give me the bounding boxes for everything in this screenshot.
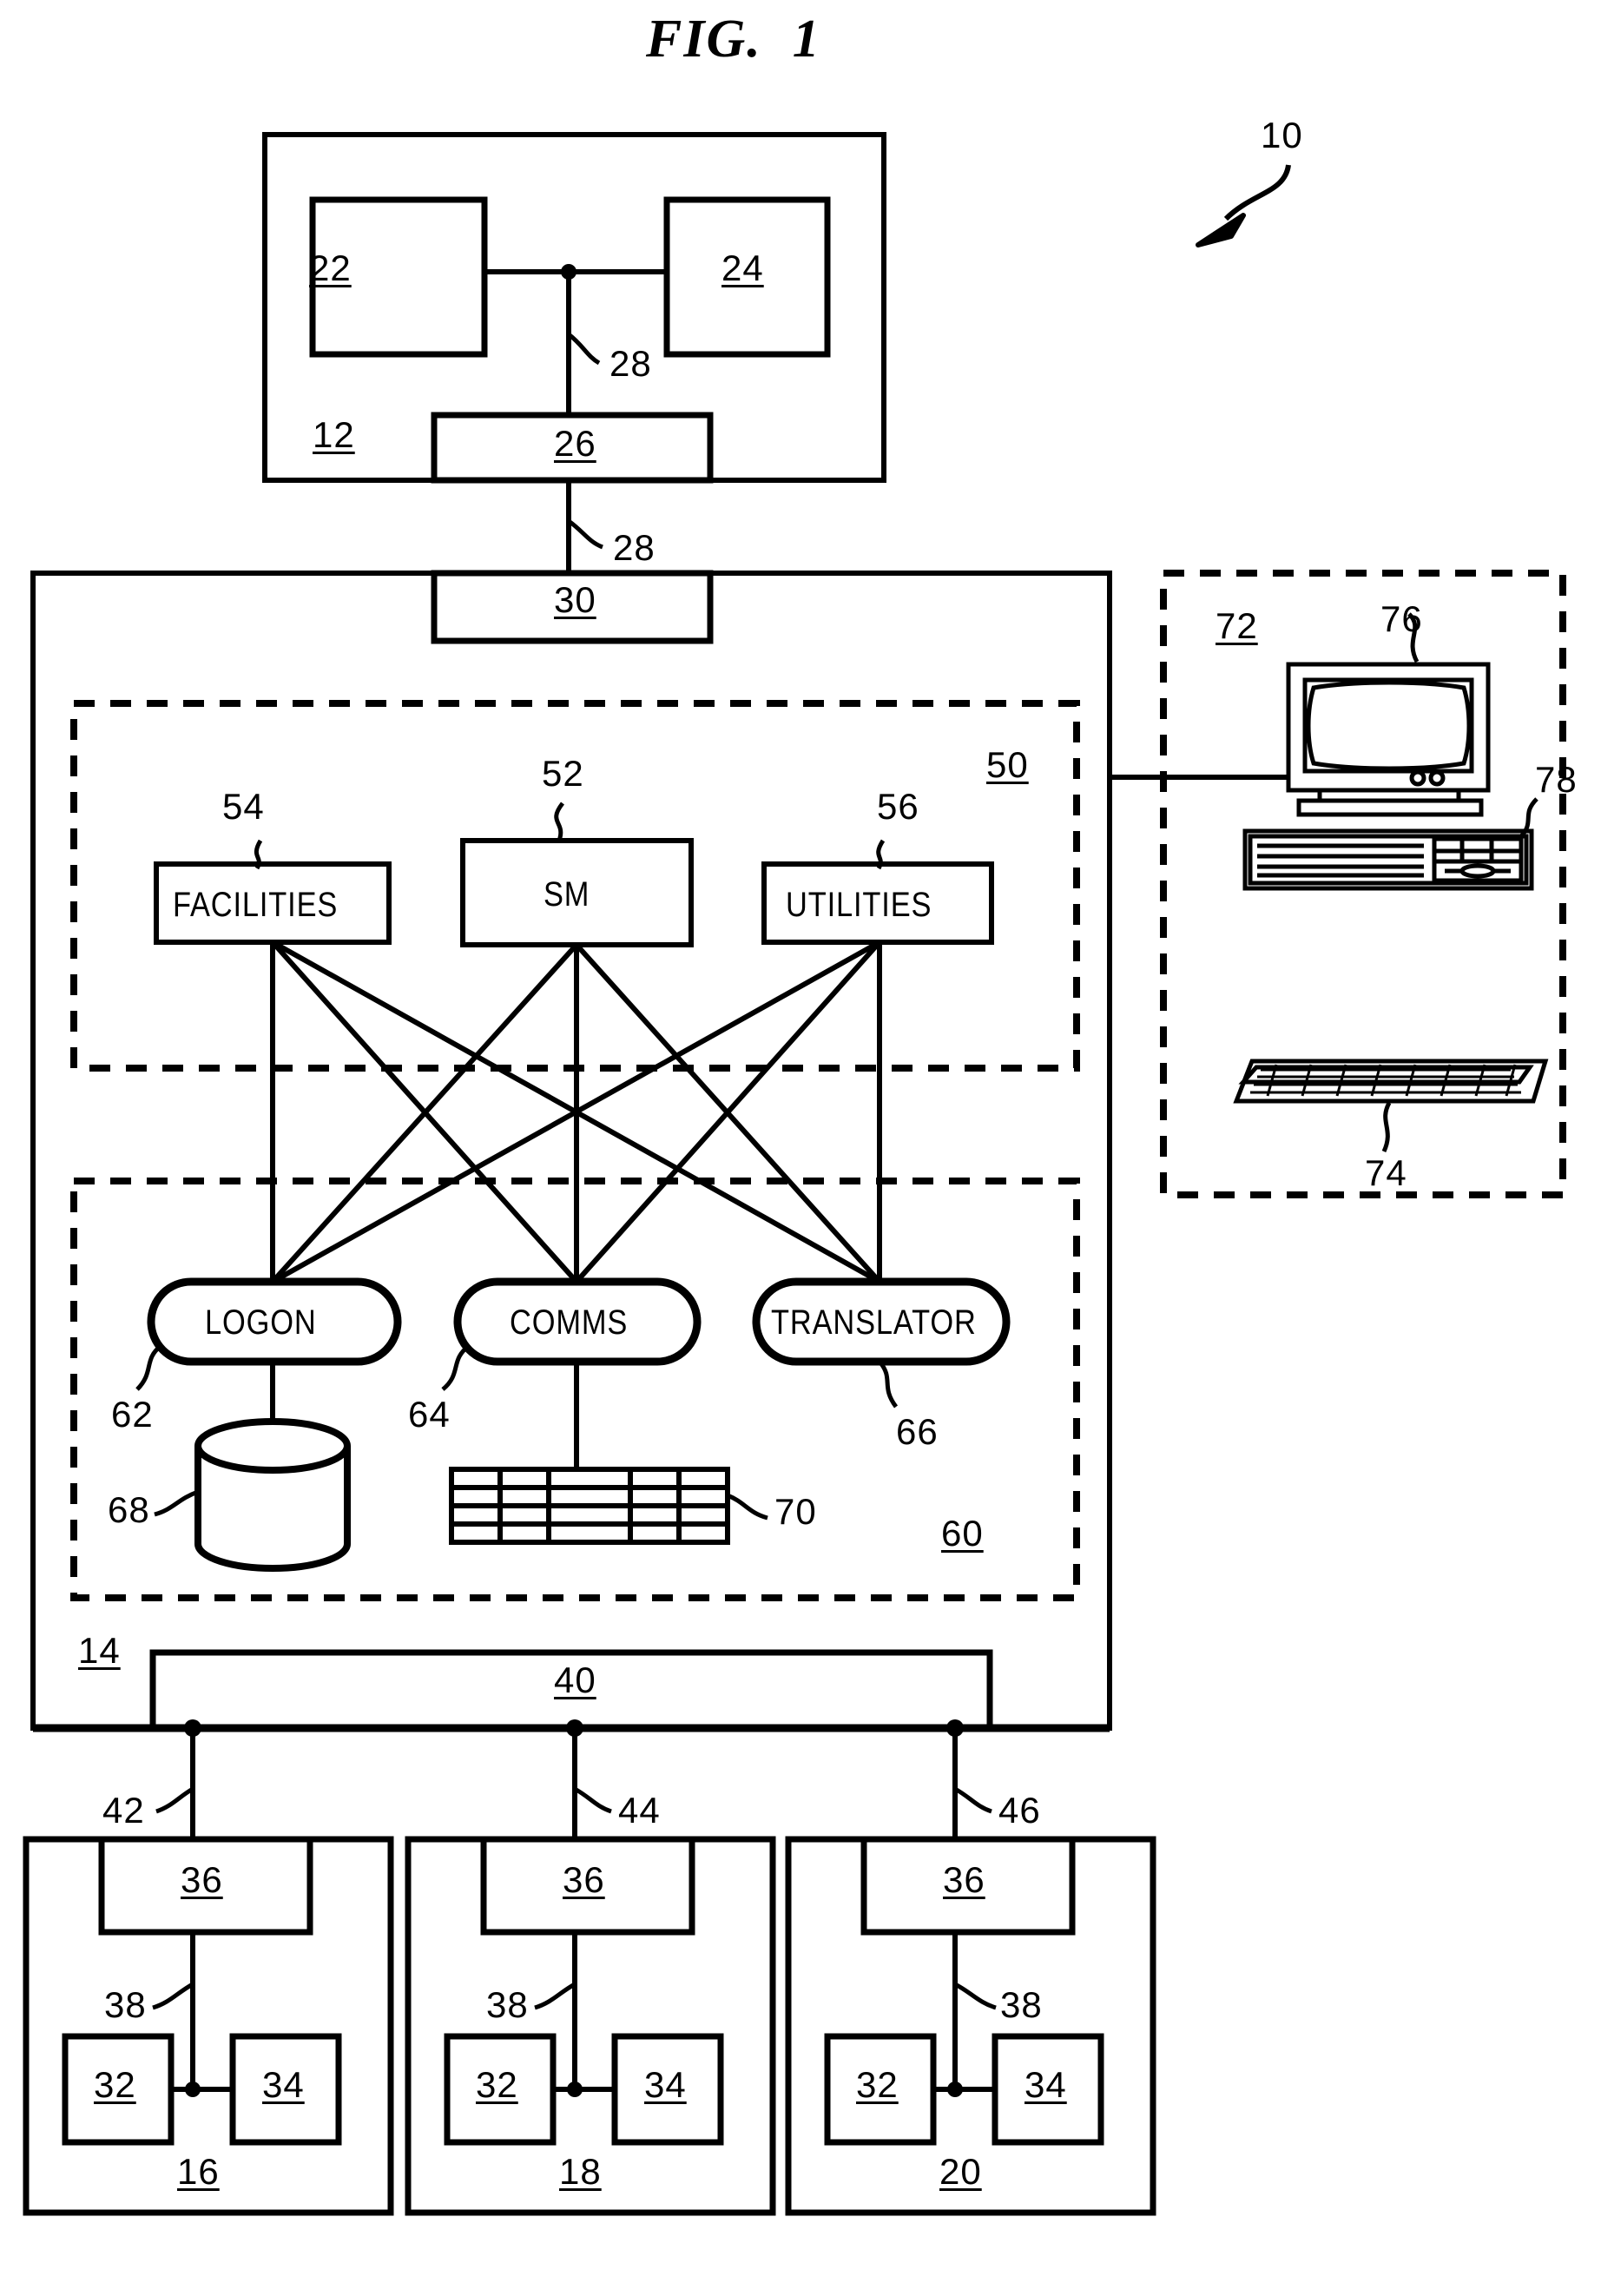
ref-44: 44 xyxy=(618,1790,661,1831)
ref-56: 56 xyxy=(877,786,919,827)
leader-28-external xyxy=(567,518,603,550)
ref-36-node16: 36 xyxy=(181,1859,223,1900)
ref-66: 66 xyxy=(896,1411,939,1452)
ref-14: 14 xyxy=(78,1630,121,1671)
ref-74: 74 xyxy=(1365,1152,1407,1193)
overall-ref-arrow-10 xyxy=(1196,164,1291,247)
ref-32-node16: 32 xyxy=(94,2064,136,2105)
comms-label: COMMS xyxy=(510,1303,629,1342)
leader-66 xyxy=(878,1360,899,1409)
ref-16: 16 xyxy=(177,2151,220,2192)
ref-62: 62 xyxy=(111,1394,154,1435)
leader-46 xyxy=(953,1786,992,1814)
comms-table-grid xyxy=(449,1467,730,1545)
server-outline-14 xyxy=(30,571,1112,1731)
facilities-label: FACILITIES xyxy=(173,886,339,924)
ref-76: 76 xyxy=(1380,598,1423,639)
leader-64 xyxy=(441,1343,471,1391)
figure-canvas: FIG. 1 10 22 24 28 26 12 28 30 50 52 54 … xyxy=(0,0,1601,2296)
ref-28-internal: 28 xyxy=(609,343,652,384)
ref-78: 78 xyxy=(1535,759,1578,800)
node-16-leader-38 xyxy=(152,1982,194,2010)
ref-60: 60 xyxy=(941,1513,984,1554)
tap-dot-44 xyxy=(566,1719,583,1737)
ref-38-node16: 38 xyxy=(104,1984,147,2025)
keyboard-graphic xyxy=(1233,1059,1549,1104)
ref-68: 68 xyxy=(108,1489,150,1530)
module-process-mesh xyxy=(270,940,882,1284)
node-16-junction-dot xyxy=(185,2082,201,2097)
leader-62 xyxy=(135,1344,162,1391)
leader-74 xyxy=(1381,1101,1392,1153)
ref-32-node20: 32 xyxy=(856,2064,899,2105)
sm-label: SM xyxy=(544,875,590,914)
utilities-label: UTILITIES xyxy=(786,886,932,924)
logon-label: LOGON xyxy=(205,1303,317,1342)
translator-label: TRANSLATOR xyxy=(771,1303,977,1342)
ref-28-external: 28 xyxy=(613,527,656,568)
ref-22: 22 xyxy=(309,247,352,288)
ref-30: 30 xyxy=(554,579,596,620)
ref-54: 54 xyxy=(222,786,265,827)
leader-68 xyxy=(154,1489,199,1517)
ref-20: 20 xyxy=(939,2151,982,2192)
tap-dot-42 xyxy=(184,1719,201,1737)
ref-64: 64 xyxy=(408,1394,451,1435)
ref-10: 10 xyxy=(1261,115,1303,155)
node-20-junction-dot xyxy=(947,2082,963,2097)
db-cylinder-top xyxy=(194,1418,351,1474)
leader-28-internal xyxy=(567,333,601,366)
ref-36-node20: 36 xyxy=(943,1859,985,1900)
ref-34-node20: 34 xyxy=(1025,2064,1067,2105)
leader-56 xyxy=(876,839,886,870)
ref-12: 12 xyxy=(313,414,355,455)
ref-34-node16: 34 xyxy=(262,2064,305,2105)
ref-40: 40 xyxy=(554,1659,596,1700)
ref-46: 46 xyxy=(998,1790,1041,1831)
leader-52 xyxy=(554,802,565,841)
crt-monitor-graphic xyxy=(1286,662,1491,817)
tap-dot-46 xyxy=(946,1719,964,1737)
ref-70: 70 xyxy=(774,1491,817,1532)
ref-38-node18: 38 xyxy=(486,1984,529,2025)
node-18-leader-38 xyxy=(534,1982,576,2010)
ref-26: 26 xyxy=(554,423,596,464)
ref-42: 42 xyxy=(102,1790,145,1831)
ref-36-node18: 36 xyxy=(563,1859,605,1900)
leader-70 xyxy=(727,1493,768,1521)
ref-52: 52 xyxy=(542,753,584,794)
patent-figure-drawing xyxy=(23,132,1566,2216)
figure-title: FIG. 1 xyxy=(646,10,821,69)
ref-24: 24 xyxy=(721,247,764,288)
ref-18: 18 xyxy=(559,2151,602,2192)
ref-50: 50 xyxy=(986,744,1029,785)
bus-junction-dot xyxy=(561,264,576,280)
leader-44 xyxy=(573,1786,612,1814)
node-20-leader-38 xyxy=(953,1982,997,2010)
ref-32-node18: 32 xyxy=(476,2064,518,2105)
node-18-junction-dot xyxy=(567,2082,583,2097)
ref-72: 72 xyxy=(1216,605,1258,646)
leader-42 xyxy=(155,1786,194,1814)
leader-54 xyxy=(254,839,263,870)
desktop-case-graphic xyxy=(1242,828,1534,891)
ref-38-node20: 38 xyxy=(1000,1984,1043,2025)
ref-34-node18: 34 xyxy=(644,2064,687,2105)
